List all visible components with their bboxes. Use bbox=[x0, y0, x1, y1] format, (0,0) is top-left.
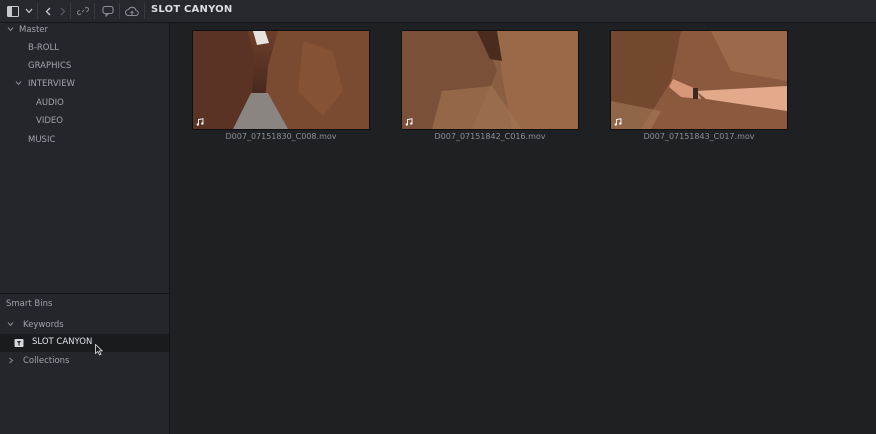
clip-name: D007_07151843_C017.mov bbox=[643, 132, 755, 141]
clip-name: D007_07151830_C008.mov bbox=[225, 132, 337, 141]
smart-bin-icon bbox=[14, 339, 24, 347]
tree-item-label: Keywords bbox=[23, 320, 64, 330]
clip-grid: D007_07151830_C008.mov D007_07151842_C01… bbox=[170, 23, 876, 434]
smart-bins-title: Smart Bins bbox=[6, 299, 53, 309]
tree-item-label: SLOT CANYON bbox=[32, 337, 93, 347]
bin-sidebar: Master B-ROLL GRAPHICS INTERVIEW AUDIO V… bbox=[0, 23, 170, 434]
divider bbox=[0, 293, 169, 294]
tree-item-slot-canyon[interactable]: SLOT CANYON bbox=[0, 334, 169, 356]
chevron-down-icon[interactable] bbox=[21, 3, 37, 19]
sidebar-toggle-icon[interactable] bbox=[5, 3, 21, 19]
chevron-down-icon[interactable] bbox=[15, 80, 22, 86]
chat-icon[interactable] bbox=[100, 3, 116, 19]
tree-item-label: B-ROLL bbox=[28, 43, 59, 53]
chevron-down-icon[interactable] bbox=[7, 26, 14, 32]
toolbar: SLOT CANYON bbox=[0, 0, 876, 23]
tree-item-b-roll[interactable]: B-ROLL bbox=[0, 41, 169, 57]
tree-item-label: Master bbox=[19, 25, 49, 35]
tree-item-master[interactable]: Master bbox=[0, 23, 169, 39]
tree-item-label: INTERVIEW bbox=[28, 79, 75, 89]
tree-item-label: AUDIO bbox=[36, 98, 64, 108]
tree-item-collections[interactable]: Collections bbox=[0, 354, 169, 370]
tree-item-video[interactable]: VIDEO bbox=[0, 114, 169, 130]
back-icon[interactable] bbox=[40, 3, 56, 19]
tree-item-label: MUSIC bbox=[28, 135, 56, 145]
link-icon[interactable] bbox=[75, 3, 91, 19]
clip-thumbnail[interactable] bbox=[610, 30, 788, 130]
audio-icon bbox=[405, 118, 413, 126]
clip-name: D007_07151842_C016.mov bbox=[434, 132, 546, 141]
clip-thumbnail[interactable] bbox=[192, 30, 370, 130]
tree-item-graphics[interactable]: GRAPHICS bbox=[0, 59, 169, 75]
clip-thumbnail[interactable] bbox=[401, 30, 579, 130]
audio-icon bbox=[614, 118, 622, 126]
tree-item-interview[interactable]: INTERVIEW bbox=[0, 77, 169, 93]
tree-item-keywords[interactable]: Keywords bbox=[0, 318, 169, 334]
audio-icon bbox=[196, 118, 204, 126]
tree-item-audio[interactable]: AUDIO bbox=[0, 96, 169, 112]
clip-item[interactable]: D007_07151843_C017.mov bbox=[610, 30, 788, 141]
forward-icon[interactable] bbox=[55, 3, 71, 19]
tree-item-label: VIDEO bbox=[36, 116, 63, 126]
cloud-icon[interactable] bbox=[124, 3, 140, 19]
chevron-right-icon[interactable] bbox=[8, 357, 14, 364]
tree-item-music[interactable]: MUSIC bbox=[0, 133, 169, 149]
canyon-thumbnail-image bbox=[193, 31, 369, 129]
tree-item-label: Collections bbox=[23, 356, 70, 366]
chevron-down-icon[interactable] bbox=[7, 321, 14, 327]
canyon-thumbnail-image bbox=[402, 31, 578, 129]
clip-item[interactable]: D007_07151830_C008.mov bbox=[192, 30, 370, 141]
tree-item-label: GRAPHICS bbox=[28, 61, 72, 71]
clip-item[interactable]: D007_07151842_C016.mov bbox=[401, 30, 579, 141]
canyon-hand-thumbnail-image bbox=[611, 31, 787, 129]
bin-title: SLOT CANYON bbox=[151, 4, 233, 15]
